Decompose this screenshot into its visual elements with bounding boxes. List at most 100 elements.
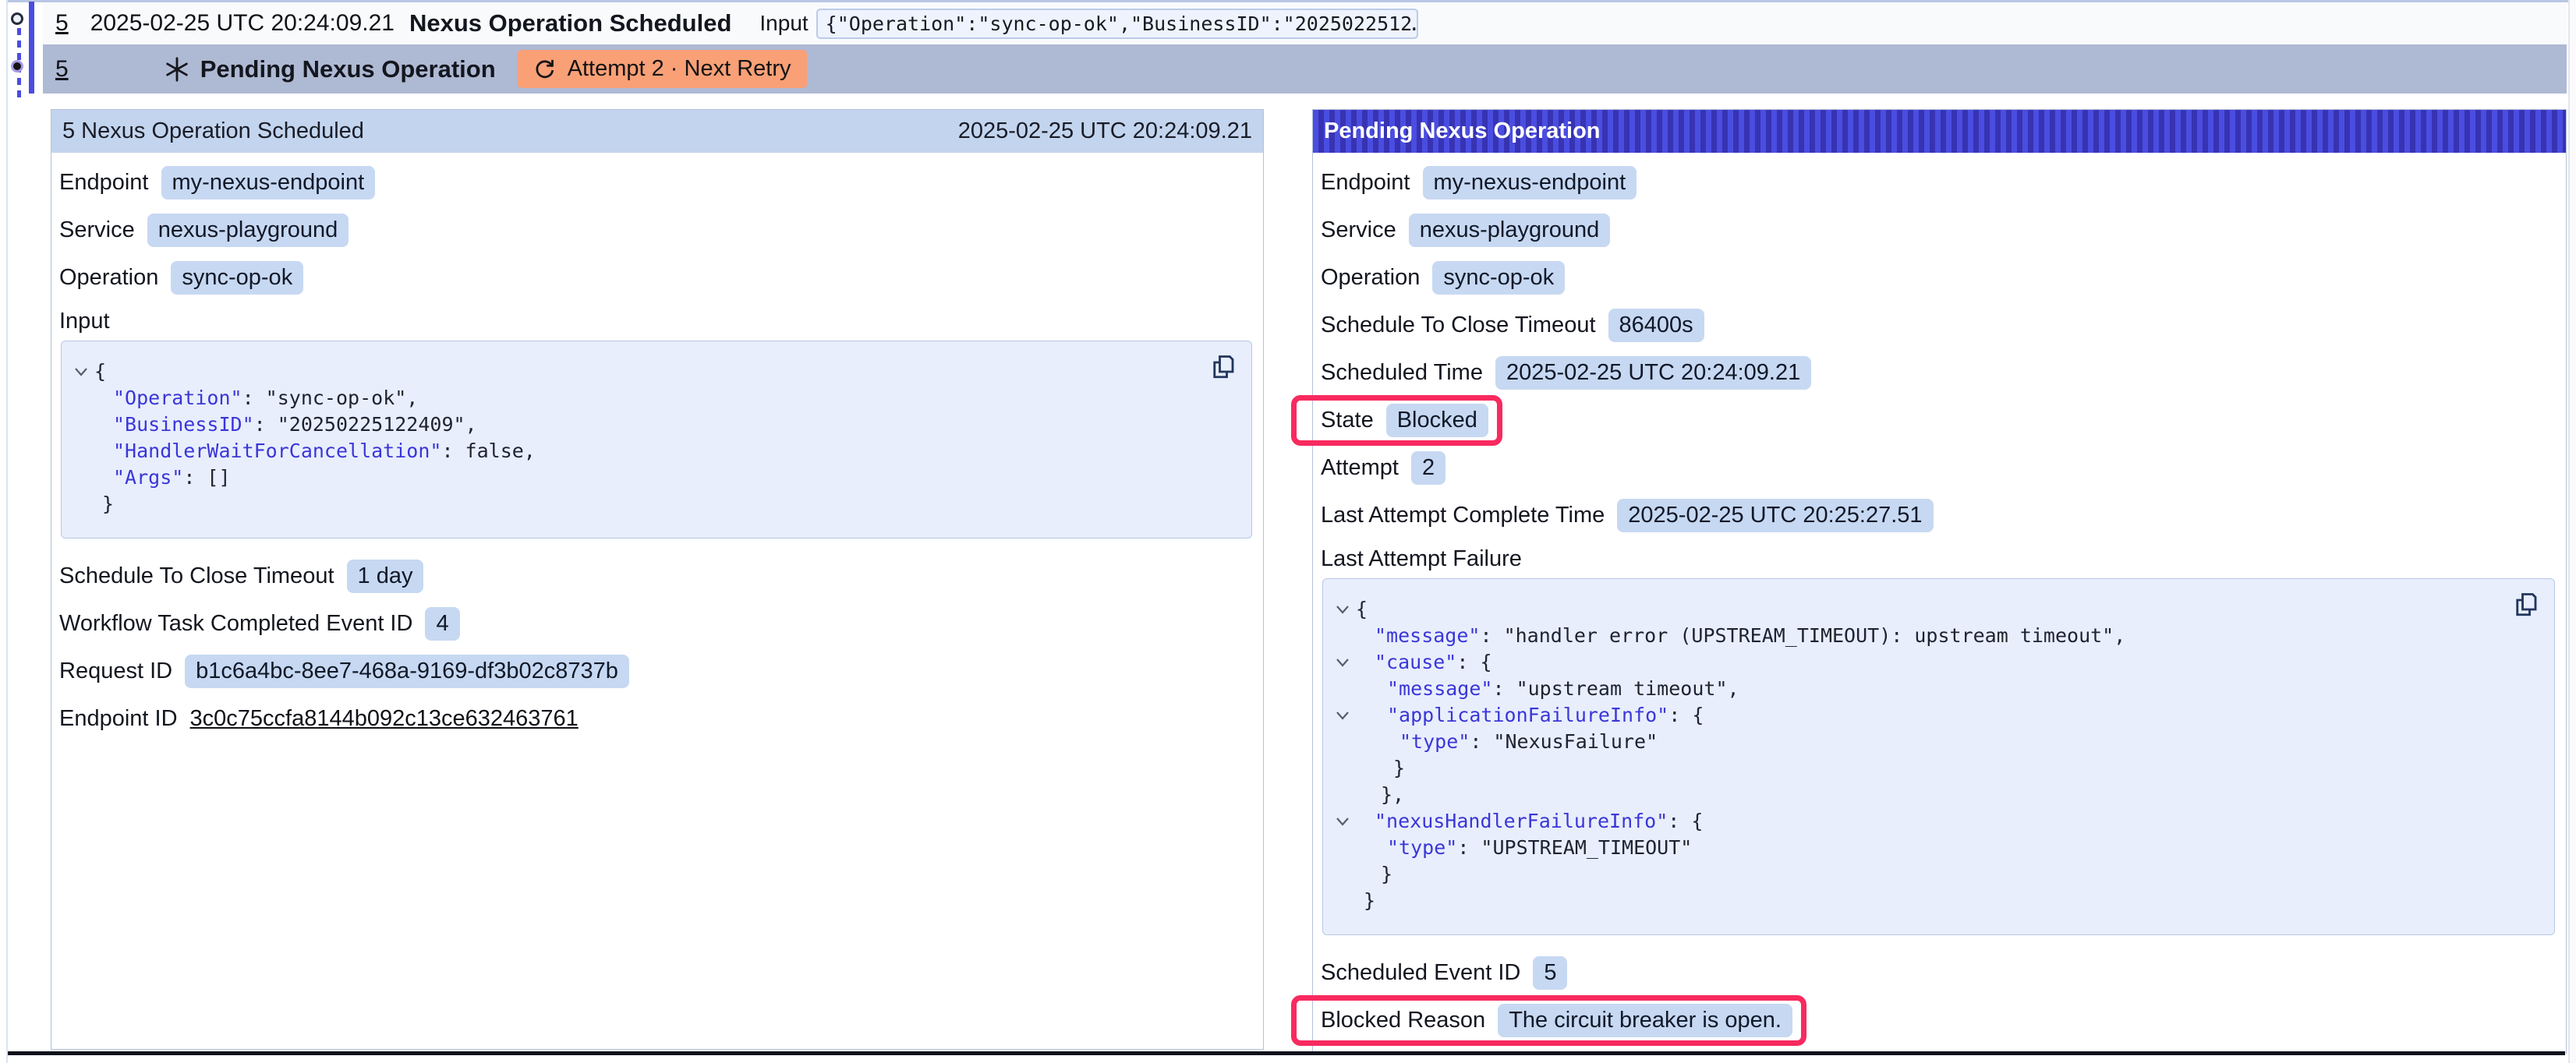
nexus-asterisk-icon	[164, 56, 190, 83]
event-timestamp: 2025-02-25 UTC 20:24:09.21	[90, 10, 395, 37]
copy-icon	[1209, 353, 1237, 383]
json-line-text: }	[1356, 755, 1405, 782]
field-row-endpoint-id: Endpoint ID 3c0c75ccfa8144b092c13ce632463…	[59, 695, 1254, 743]
field-value-pill: my-nexus-endpoint	[161, 166, 376, 200]
field-label: Input	[59, 309, 110, 334]
field-value-pill: The circuit breaker is open.	[1498, 1004, 1792, 1037]
field-label: Endpoint ID	[59, 706, 178, 732]
field-label: Blocked Reason	[1321, 1008, 1485, 1033]
retry-badge-label: Attempt 2 · Next Retry	[568, 56, 791, 82]
json-line-text: "Operation": "sync-op-ok",	[94, 385, 418, 411]
json-line-text: }	[94, 491, 114, 517]
json-line: "Args": []	[68, 464, 1205, 491]
json-line-text: "cause": {	[1356, 649, 1492, 676]
field-value-pill: sync-op-ok	[171, 261, 303, 295]
field-value-pill: 2025-02-25 UTC 20:24:09.21	[1495, 356, 1811, 390]
field-value-pill: b1c6a4bc-8ee7-468a-9169-df3b02c8737b	[185, 655, 629, 688]
chevron-down-icon[interactable]	[1329, 604, 1356, 615]
field-row-state: State Blocked	[1321, 397, 2557, 444]
json-line-text: "type": "UPSTREAM_TIMEOUT"	[1356, 835, 1692, 861]
scheduled-event-panel: 5 Nexus Operation Scheduled 2025-02-25 U…	[51, 109, 1264, 1050]
field-label: Operation	[59, 265, 158, 291]
field-value-pill: 2025-02-25 UTC 20:25:27.51	[1617, 499, 1933, 532]
field-row-input: Input	[59, 302, 1254, 339]
section-bottom-divider	[8, 1051, 2565, 1055]
pending-operation-panel: Pending Nexus Operation Endpointmy-nexus…	[1312, 109, 2567, 1054]
json-line: "type": "NexusFailure"	[1329, 729, 2507, 755]
json-line-text: "type": "NexusFailure"	[1356, 729, 1658, 755]
field-label: Attempt	[1321, 455, 1399, 481]
field-row-workflow-task-completed-event-id: Workflow Task Completed Event ID 4	[59, 600, 1254, 648]
json-line: "applicationFailureInfo": {	[1329, 702, 2507, 729]
json-line: }	[1329, 755, 2507, 782]
input-label: Input	[759, 11, 808, 36]
json-line-text: }	[1356, 861, 1392, 888]
field-value-pill: 2	[1411, 451, 1445, 485]
field-value-pill: 86400s	[1608, 309, 1704, 342]
copy-button[interactable]	[1208, 352, 1239, 383]
scheduled-panel-body: Endpoint my-nexus-endpoint Servicenexus-pl…	[51, 153, 1263, 743]
json-line: }	[1329, 861, 2507, 888]
copy-button[interactable]	[2511, 590, 2542, 621]
field-value-pill: nexus-playground	[1409, 214, 1611, 247]
field-row-last-attempt-complete-time: Last Attempt Complete Time 2025-02-25 UTC…	[1321, 492, 2557, 539]
field-row-endpoint: Endpoint my-nexus-endpoint	[59, 159, 1254, 207]
field-row-schedule-to-close-timeout: Schedule To Close Timeout 1 day	[59, 553, 1254, 600]
history-row-scheduled[interactable]: 5 2025-02-25 UTC 20:24:09.21 Nexus Opera…	[43, 2, 2567, 44]
json-line: },	[1329, 782, 2507, 808]
json-line: "Operation": "sync-op-ok",	[68, 385, 1205, 411]
field-label: Schedule To Close Timeout	[59, 563, 334, 589]
timeline-open-circle-icon	[11, 12, 23, 25]
json-line: {	[1329, 596, 2507, 623]
json-line-text: "message": "upstream timeout",	[1356, 676, 1739, 702]
json-viewer: {"Operation": "sync-op-ok","BusinessID":…	[61, 341, 1252, 539]
event-id-link[interactable]: 5	[55, 10, 69, 37]
json-line: "type": "UPSTREAM_TIMEOUT"	[1329, 835, 2507, 861]
chevron-down-icon[interactable]	[1329, 657, 1356, 668]
json-line-text: },	[1356, 782, 1404, 808]
input-preview-pill: {"Operation":"sync-op-ok","BusinessID":"…	[816, 9, 1418, 39]
field-row-last-attempt-failure: Last Attempt Failure	[1321, 539, 2557, 577]
scheduled-panel-timestamp: 2025-02-25 UTC 20:24:09.21	[958, 118, 1252, 144]
json-line-text: "applicationFailureInfo": {	[1356, 702, 1704, 729]
field-value-pill: 1 day	[347, 560, 424, 593]
field-label: Workflow Task Completed Event ID	[59, 611, 412, 637]
json-line-text: "HandlerWaitForCancellation": false,	[94, 438, 536, 464]
json-line-text: {	[94, 358, 106, 385]
vertical-scrollbar[interactable]	[2568, 0, 2576, 1063]
field-value-pill: Blocked	[1386, 404, 1488, 437]
chevron-down-icon[interactable]	[1329, 816, 1356, 827]
pending-panel-body: Endpointmy-nexus-endpointServicenexus-pl…	[1313, 153, 2566, 1044]
event-id-link[interactable]: 5	[55, 56, 69, 83]
json-line: }	[68, 491, 1205, 517]
chevron-down-icon[interactable]	[68, 366, 94, 377]
field-label: State	[1321, 408, 1374, 433]
json-line: "message": "upstream timeout",	[1329, 676, 2507, 702]
selected-event-accent-bar	[29, 2, 34, 94]
field-value-pill: 5	[1533, 956, 1567, 990]
json-line-text: "BusinessID": "20250225122409",	[94, 411, 477, 438]
json-line: "cause": {	[1329, 649, 2507, 676]
event-title: Nexus Operation Scheduled	[409, 9, 731, 37]
retry-icon	[533, 58, 557, 81]
annotation-highlight-box: State Blocked	[1321, 404, 1488, 437]
json-line-text: "message": "handler error (UPSTREAM_TIME…	[1356, 623, 2125, 649]
json-line: {	[68, 358, 1205, 385]
field-value-pill: nexus-playground	[147, 214, 349, 247]
field-label: Scheduled Event ID	[1321, 960, 1520, 986]
field-value-pill: sync-op-ok	[1432, 261, 1565, 295]
field-row-attempt: Attempt 2	[1321, 444, 2557, 492]
field-row-scheduled-event-id: Scheduled Event ID 5	[1321, 949, 2557, 997]
frame-left-border	[6, 0, 8, 1063]
field-value-link[interactable]: 3c0c75ccfa8144b092c13ce632463761	[190, 706, 579, 732]
json-line-text: "nexusHandlerFailureInfo": {	[1356, 808, 1703, 835]
history-row-pending[interactable]: 5 Pending Nexus Operation Attempt 2 · Ne…	[43, 44, 2567, 94]
field-label: Endpoint	[59, 170, 149, 196]
json-line: "BusinessID": "20250225122409",	[68, 411, 1205, 438]
chevron-down-icon[interactable]	[1329, 710, 1356, 721]
json-viewer: {"message": "handler error (UPSTREAM_TIM…	[1322, 578, 2555, 935]
field-row-service: Servicenexus-playground	[1321, 207, 2557, 254]
field-row-service: Servicenexus-playground	[59, 207, 1254, 254]
field-value-pill: 4	[425, 607, 459, 641]
field-label: Last Attempt Complete Time	[1321, 503, 1605, 528]
